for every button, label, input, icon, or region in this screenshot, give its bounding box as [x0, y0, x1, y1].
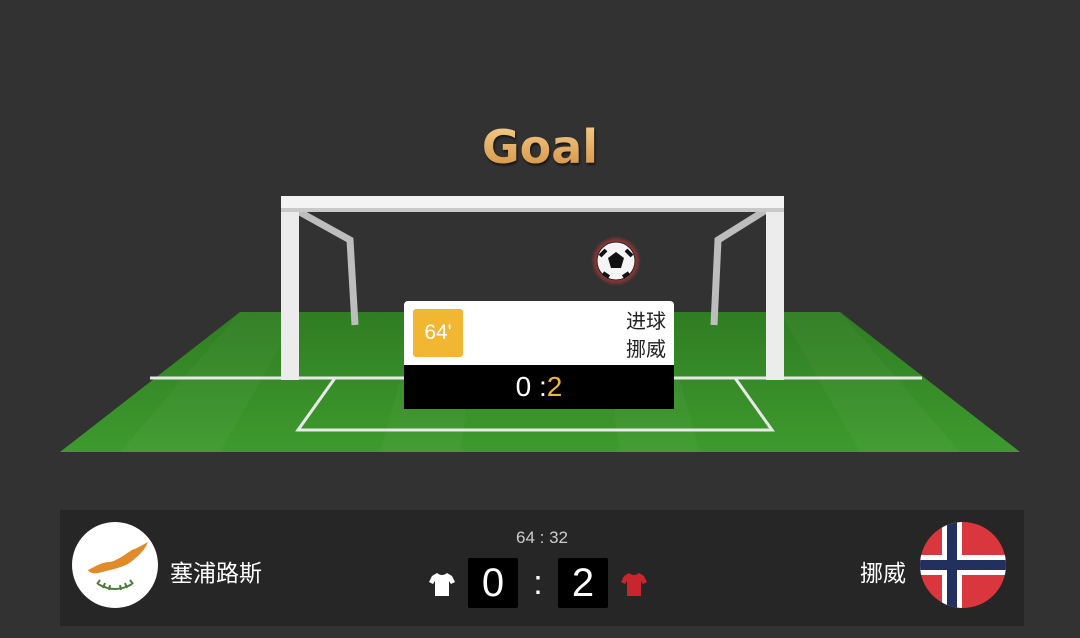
- away-shirt-icon: [621, 573, 647, 596]
- soccer-ball-icon: [591, 236, 641, 286]
- event-minute-badge: 64': [413, 309, 463, 357]
- away-team-logo: [920, 522, 1006, 608]
- goal-left-post: [281, 196, 299, 380]
- event-score-home: 0 :: [515, 371, 547, 402]
- home-team-name: 塞浦路斯: [170, 561, 262, 587]
- away-score: 2: [558, 558, 608, 608]
- event-score-bar: 0 :2: [404, 365, 674, 409]
- event-type-label: 进球: [626, 309, 666, 333]
- score-separator: :: [533, 564, 543, 602]
- scoreboard: 塞浦路斯 64 : 32 0 : 2 挪威: [60, 510, 1024, 626]
- event-team-label: 挪威: [626, 337, 666, 361]
- goal-right-post: [766, 196, 784, 380]
- home-score: 0: [468, 558, 518, 608]
- home-shirt-icon: [429, 573, 455, 596]
- goal-event-card: 64' 进球 挪威: [404, 301, 674, 365]
- norway-flag-icon: [920, 522, 1006, 608]
- pitch-scene: [60, 196, 1020, 452]
- match-clock: 64 : 32: [516, 528, 568, 547]
- away-team-name: 挪威: [860, 561, 906, 587]
- event-score-away: 2: [546, 371, 563, 402]
